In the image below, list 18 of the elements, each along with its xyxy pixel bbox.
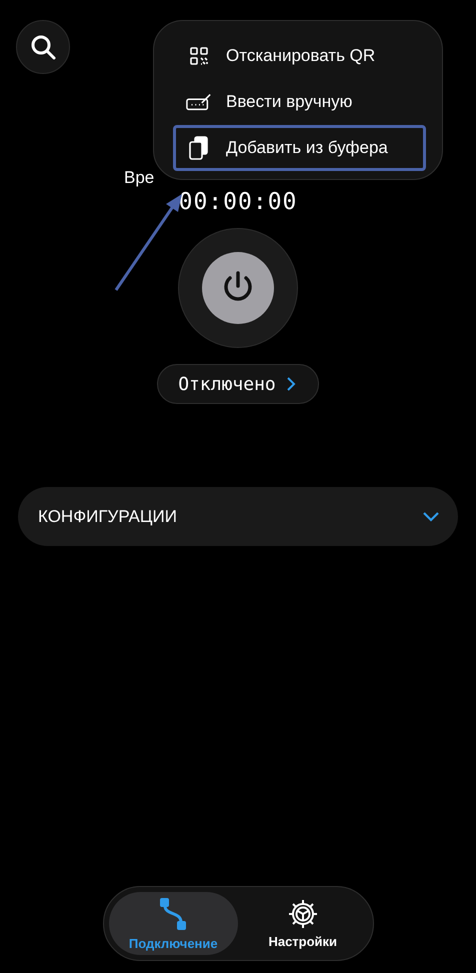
nav-tab[interactable]: Настройки xyxy=(238,892,368,955)
keyboard-pen-icon xyxy=(186,93,212,111)
copy-icon xyxy=(189,136,209,160)
timer-value: 00:00:00 xyxy=(178,188,298,216)
timer-label: Вре xyxy=(124,168,154,188)
menu-item[interactable]: Отсканировать QR xyxy=(173,33,426,79)
route-icon xyxy=(159,896,188,930)
menu-item[interactable]: Ввести вручную xyxy=(173,79,426,125)
menu-item[interactable]: Добавить из буфера xyxy=(173,125,426,171)
status-button[interactable]: Отключено xyxy=(157,364,319,404)
qr-code-icon xyxy=(190,47,208,65)
gear-icon xyxy=(288,898,318,928)
chevron-icon xyxy=(422,512,440,522)
chevron-right-icon xyxy=(286,376,296,392)
configurations-dropdown[interactable]: КОНФИГУРАЦИИ xyxy=(18,487,458,546)
search-icon xyxy=(30,34,56,60)
nav-tab[interactable]: Подключение xyxy=(108,892,238,955)
search-button[interactable] xyxy=(16,20,70,74)
